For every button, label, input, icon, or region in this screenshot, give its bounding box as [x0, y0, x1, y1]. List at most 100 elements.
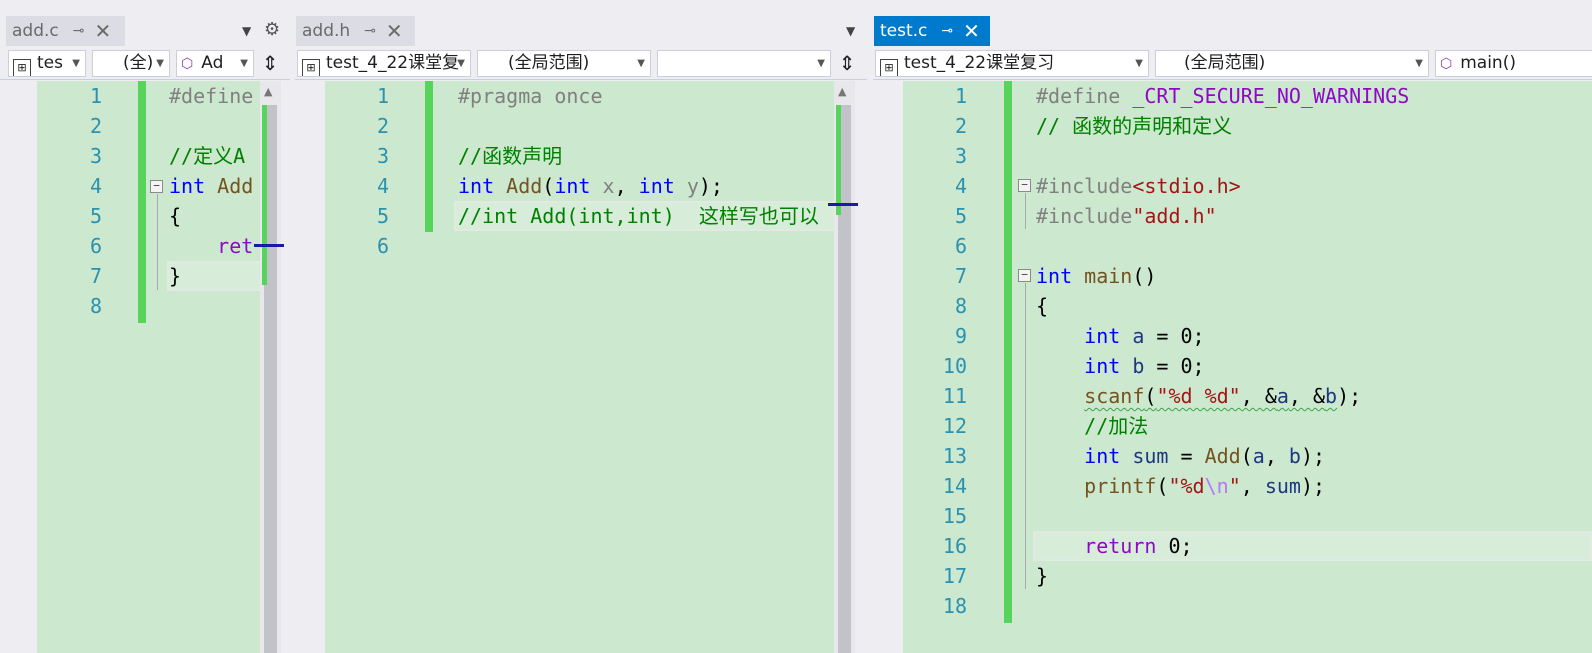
pin-icon[interactable]: ⊸	[73, 23, 85, 39]
code-line[interactable]: 15	[873, 501, 1592, 531]
code-token: <stdio.h>	[1132, 174, 1241, 198]
scope-label: (全局范围)	[508, 53, 590, 73]
code-token: //int Add(int,int) 这样写也可以	[458, 204, 819, 228]
code-line[interactable]: 16 return 0;	[873, 531, 1592, 561]
split-icon[interactable]: ⇕	[834, 50, 860, 77]
close-icon[interactable]: ✕	[94, 21, 111, 41]
scope-dropdown[interactable]: (全局范围) ▼	[477, 50, 651, 77]
code-line[interactable]: 2	[295, 111, 835, 141]
scroll-up-icon[interactable]: ▲	[264, 85, 272, 98]
code-line[interactable]: 1 #define _CRT_SECURE_NO_WARNINGS	[873, 81, 1592, 111]
tab-test-c[interactable]: test.c ⊸ ✕	[874, 16, 990, 46]
project-dropdown[interactable]: ⊞ test_4_22课堂复 ▼	[297, 50, 471, 77]
project-icon: ⊞	[302, 59, 320, 76]
code-token: a	[1132, 324, 1145, 348]
tab-overflow-icon[interactable]: ▼	[242, 24, 251, 38]
code-line[interactable]: 2	[0, 111, 269, 141]
pin-icon[interactable]: ⊸	[364, 23, 376, 39]
code-line[interactable]: 4 int Add	[0, 171, 269, 201]
editor-pane-add-h: add.h ⊸ ✕ ▼ ⊞ test_4_22课堂复 ▼ (全局范围) ▼ ▼ ⇕…	[295, 0, 867, 653]
line-number: 9	[954, 324, 967, 348]
scroll-change-marker	[262, 105, 267, 285]
editor-pane-test-c: test.c ⊸ ✕ ⊞ test_4_22课堂复习 ▼ (全局范围) ▼ ⬡ ma…	[873, 0, 1592, 653]
code-line[interactable]: 9 int a = 0;	[873, 321, 1592, 351]
code-line[interactable]: 5 #include"add.h"	[873, 201, 1592, 231]
code-token: return	[1084, 534, 1157, 558]
project-label: tes	[37, 53, 63, 73]
tab-overflow-icon[interactable]: ▼	[846, 24, 855, 38]
code-line[interactable]: 4 #include<stdio.h>	[873, 171, 1592, 201]
code-line[interactable]: 12 //加法	[873, 411, 1592, 441]
line-number: 3	[376, 144, 389, 168]
code-line[interactable]: 4 int Add(int x, int y);	[295, 171, 835, 201]
vertical-scrollbar[interactable]: ▲	[828, 81, 858, 653]
close-icon[interactable]: ✕	[386, 21, 403, 41]
code-line[interactable]: 8{	[873, 291, 1592, 321]
code-text: // 函数的声明和定义	[1036, 111, 1232, 141]
code-token: #define	[169, 84, 254, 108]
code-line[interactable]: 6 ret	[0, 231, 269, 261]
code-line[interactable]: 18	[873, 591, 1592, 621]
project-dropdown[interactable]: ⊞ test_4_22课堂复习 ▼	[875, 50, 1149, 77]
scroll-up-icon[interactable]: ▲	[838, 85, 846, 98]
code-editor[interactable]: 1 #pragma once 2 3//函数声明 4 int Add(int x, int…	[295, 81, 835, 653]
project-dropdown[interactable]: ⊞ tes ▼	[8, 50, 86, 77]
code-token: #include	[1036, 204, 1133, 228]
line-number: 12	[942, 414, 967, 438]
member-dropdown[interactable]: ⬡ main()	[1435, 50, 1592, 77]
code-line[interactable]: 3	[873, 141, 1592, 171]
pin-icon[interactable]: ⊸	[941, 23, 953, 39]
line-number: 16	[942, 534, 967, 558]
code-line[interactable]: 8	[0, 291, 269, 321]
tab-add-h[interactable]: add.h ⊸ ✕	[296, 16, 415, 46]
code-editor[interactable]: − − 1 #define _CRT_SECURE_NO_WARNINGS 2// …	[873, 81, 1592, 653]
scope-dropdown[interactable]: (全局范围) ▼	[1155, 50, 1429, 77]
code-token: Add	[1204, 444, 1241, 468]
code-line[interactable]: 3 //定义A	[0, 141, 269, 171]
code-editor[interactable]: − 1 #define 2 3//定义A 4 int Add 5{6 ret 7} 8	[0, 81, 269, 653]
code-line[interactable]: 11 scanf("%d %d", &a, &b);	[873, 381, 1592, 411]
member-dropdown[interactable]: ▼	[657, 50, 831, 77]
split-icon[interactable]: ⇕	[257, 50, 283, 77]
code-line[interactable]: 6	[295, 231, 835, 261]
code-line[interactable]: 2 // 函数的声明和定义	[873, 111, 1592, 141]
chevron-down-icon: ▼	[817, 58, 825, 69]
code-line[interactable]: 14 printf("%d\n", sum);	[873, 471, 1592, 501]
tab-add-c[interactable]: add.c ⊸ ✕	[6, 16, 125, 46]
code-line[interactable]: 17}	[873, 561, 1592, 591]
code-token: printf	[1084, 474, 1157, 498]
line-number: 1	[954, 84, 967, 108]
code-line[interactable]: 3 //函数声明	[295, 141, 835, 171]
code-line[interactable]: 7}	[0, 261, 269, 291]
code-line[interactable]: 1 #define	[0, 81, 269, 111]
scope-dropdown[interactable]: (全) ▼	[92, 50, 170, 77]
close-icon[interactable]: ✕	[963, 21, 980, 41]
code-line[interactable]: 6	[873, 231, 1592, 261]
code-token: ()	[1132, 264, 1157, 288]
member-label: Ad	[201, 53, 224, 73]
code-token: scanf	[1084, 384, 1145, 408]
member-dropdown[interactable]: ⬡ Ad ▼	[176, 50, 254, 77]
chevron-down-icon: ▼	[156, 58, 164, 69]
code-token: b	[1288, 444, 1301, 468]
line-number: 6	[376, 234, 389, 258]
code-line[interactable]: 10 int b = 0;	[873, 351, 1592, 381]
navigation-bar: ⊞ test_4_22课堂复习 ▼ (全局范围) ▼ ⬡ main()	[873, 47, 1592, 80]
vertical-scrollbar[interactable]: ▲	[254, 81, 284, 653]
line-number: 1	[376, 84, 389, 108]
code-line[interactable]: 1 #pragma once	[295, 81, 835, 111]
code-token: #pragma once	[458, 84, 603, 108]
code-line[interactable]: 5{	[0, 201, 269, 231]
code-line[interactable]: 5 //int Add(int,int) 这样写也可以	[295, 201, 835, 231]
code-token: b	[1325, 384, 1338, 408]
editor-pane-add-c: add.c ⊸ ✕ ▼ ⚙ ⊞ tes ▼ (全) ▼ ⬡ Ad ▼ ⇕ − 1 #d…	[0, 0, 290, 653]
code-line[interactable]: 7 int main()	[873, 261, 1592, 291]
code-text: return 0;	[1036, 531, 1192, 561]
gear-icon[interactable]: ⚙	[264, 19, 280, 40]
code-token: y	[686, 174, 699, 198]
code-line[interactable]: 13 int sum = Add(a, b);	[873, 441, 1592, 471]
